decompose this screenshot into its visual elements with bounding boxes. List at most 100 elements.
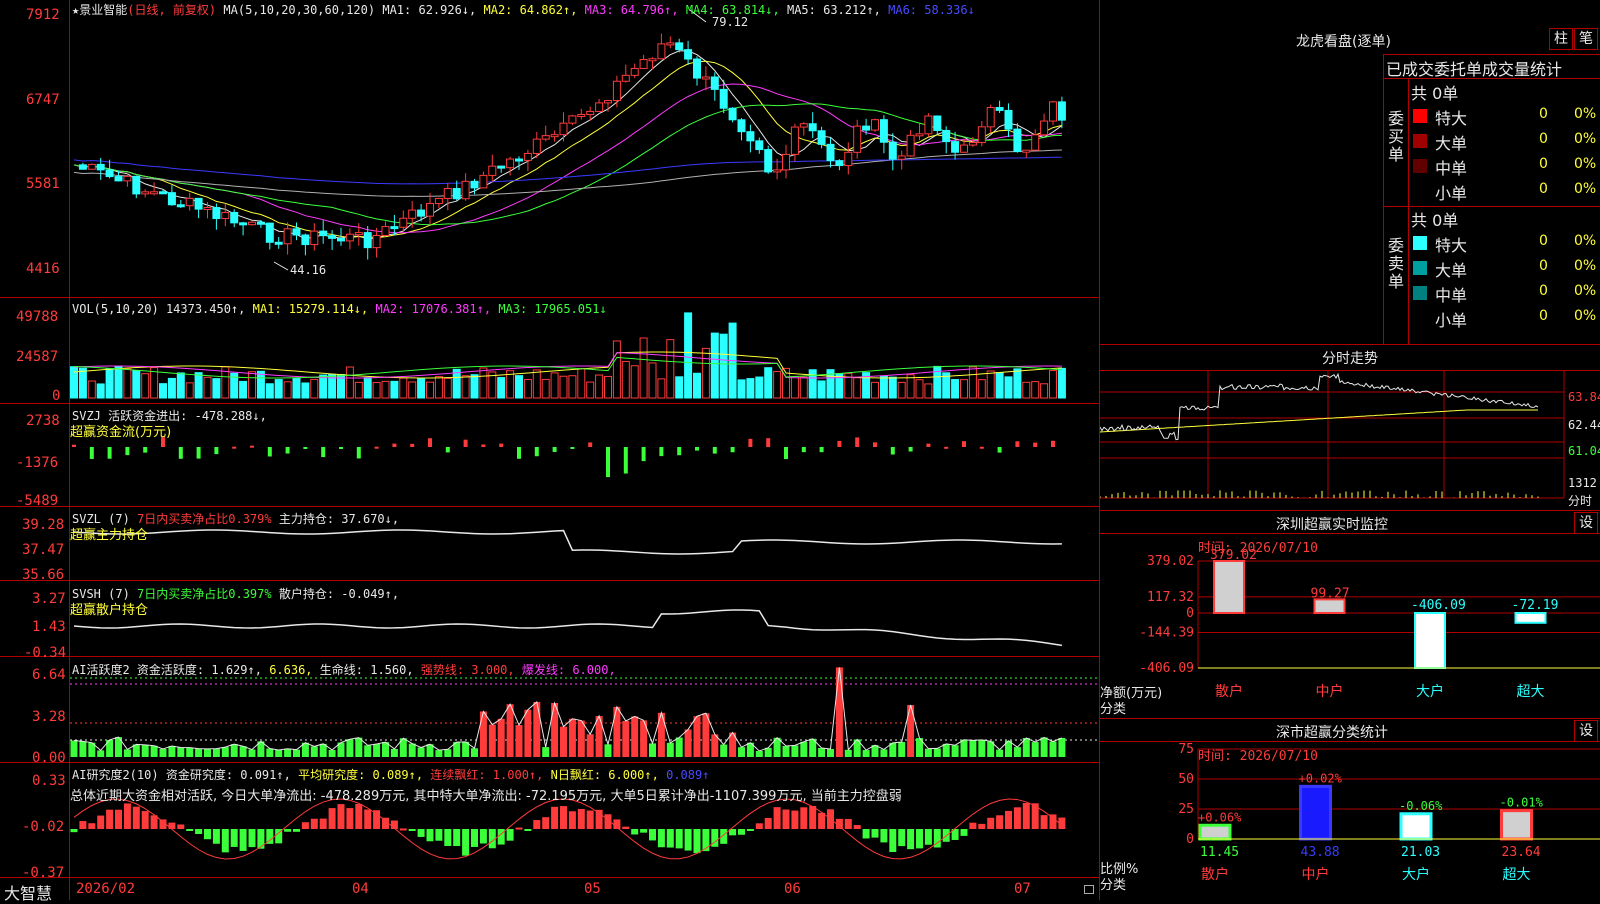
lock-icon[interactable] [1084,885,1094,894]
research-bar [399,828,407,831]
candle [470,180,479,189]
tab-orders[interactable]: 委托单 [1434,56,1482,80]
monitor-category: 大户 [1416,683,1444,700]
classify-settings-button[interactable]: 设 [1574,720,1598,742]
volume-bar [185,382,194,399]
research-bar [880,829,888,843]
candle [630,67,639,76]
x-tick: 2026/02 [76,881,136,897]
research-bar [346,808,354,829]
tab-filled[interactable]: 已成交 [1386,56,1434,80]
candle [399,217,408,228]
volume-bar [426,381,434,399]
active-bar [568,718,576,757]
volume-bar [301,382,310,399]
bar-view-button[interactable]: 柱 [1549,28,1573,50]
active-bar [551,703,559,757]
x-tick: 05 [584,881,601,897]
candle [176,204,185,208]
ma3-value: MA3: 64.796↑, [584,3,679,17]
candle [693,58,701,79]
y-tick: 2738 [26,413,60,429]
monitor-settings-button[interactable]: 设 [1574,512,1598,534]
research-bar [657,829,665,848]
volume-bar [470,374,479,399]
tab-volume-stats[interactable]: 成交量统计 [1482,56,1562,80]
research-bar [293,829,300,832]
ai-active-value: 资金活跃度: 1.629↑, [136,663,262,677]
volume-bar [808,369,817,399]
flow-bar [962,441,966,447]
candle [755,140,764,151]
chart-area[interactable]: ★景业智能(日线, 前复权) MA(5,10,20,30,60,120) MA1… [0,0,1100,903]
research-bar [115,809,122,829]
order-row: 小单 0 0% [1409,179,1600,203]
volume-bar [639,337,648,399]
classify-title: 深市超赢分类统计 [1276,725,1388,741]
y-tick: 49788 [16,309,59,325]
candle [541,135,550,140]
ma6-value: MA6: 58.336↓ [888,3,975,17]
candle [532,138,541,154]
classify-chart[interactable]: 75 50 25 0 +0.06% 11.45 散户 +0.02% 43.88 中户 -0.06% 2… [1100,741,1600,901]
candle [1049,101,1057,122]
ma-label: MA(5,10,20,30,60,120) [223,3,376,17]
order-row: 大单 0 0% [1409,129,1600,153]
active-bar [310,746,318,757]
active-bar [204,748,211,757]
active-bar [586,734,594,757]
volume-bar [1031,381,1040,399]
research-bar [640,829,648,833]
active-bar [782,746,790,757]
ai-active-burst: 爆发线: 6.000, [521,663,616,677]
active-bar [738,747,745,757]
avg-price-line [1100,409,1538,433]
research-bar [978,823,986,829]
active-bar [622,720,630,757]
volume-bar [764,367,773,399]
volume-bar [203,376,212,399]
volume-bar [666,339,675,399]
candle [265,222,274,243]
flow-bar [997,447,1002,453]
flow-bar [517,447,521,459]
monitor-bar [1414,612,1446,669]
candle [488,165,497,176]
research-bar [693,829,701,854]
volume-bar [1049,370,1057,399]
candle [719,88,728,109]
svsh-ratio: 7日内买卖净占比0.397% [137,587,272,601]
active-bar [328,749,336,757]
period-mode[interactable]: (日线, 前复权) [127,3,216,17]
flow-bar [303,447,308,449]
active-bar [898,742,906,757]
volume-bar [167,377,176,399]
volume-bar [461,375,470,399]
pen-view-button[interactable]: 笔 [1574,28,1598,50]
candle [230,211,239,224]
flow-bar [855,437,860,447]
flow-bar [677,447,682,456]
flow-bar [801,447,806,453]
classify-value-label: 21.03 [1401,845,1440,860]
flow-bar [374,446,379,449]
research-bar [800,807,808,829]
active-bar [488,724,496,757]
research-bar [666,829,674,848]
stock-name[interactable]: 景业智能 [79,3,127,17]
classify-value-label: 23.64 [1502,845,1541,860]
active-bar [835,667,843,757]
active-bar [284,748,292,757]
classify-y-tick: 75 [1178,742,1194,757]
volume-bar [105,368,114,399]
active-bar [275,750,283,757]
volume-bar [363,377,372,399]
volume-bar [390,380,399,399]
volume-bar [871,381,879,399]
candle [1031,134,1040,151]
intraday-chart[interactable] [1100,370,1600,510]
monitor-chart[interactable]: 379.02 117.320 -144.39 -406.09 379.02 散户 99.27… [1100,533,1600,723]
kline-svg[interactable] [0,0,1100,900]
y-tick: 3.27 [32,591,66,607]
flow-bar [712,447,717,454]
